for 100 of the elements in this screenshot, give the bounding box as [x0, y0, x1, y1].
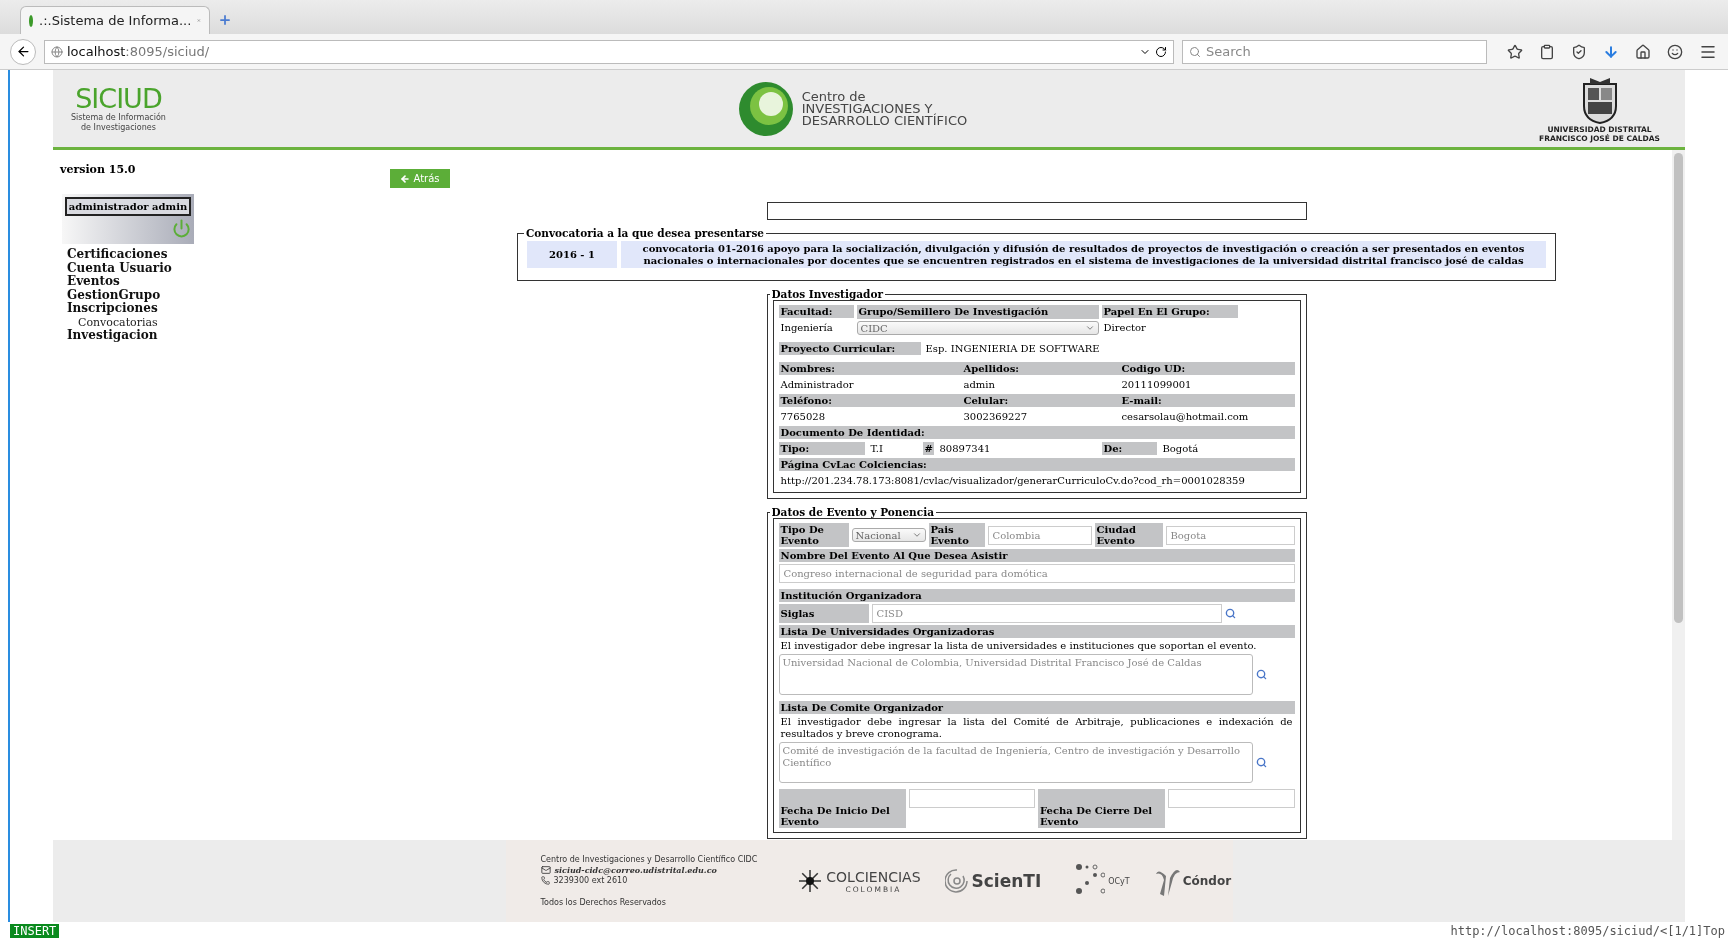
- field-label: Ciudad Evento: [1094, 523, 1163, 547]
- city-field[interactable]: Bogota: [1165, 525, 1295, 545]
- section-legend: Datos Investigador: [769, 288, 885, 300]
- center-logo-text: Centro de: [801, 90, 867, 103]
- section-heading: Institución Organizadora: [778, 589, 1295, 602]
- field-label: Facultad:: [778, 305, 854, 318]
- left-arrow-icon: [399, 173, 410, 184]
- partner-logo-text: ScienTI: [971, 871, 1042, 891]
- shield-icon[interactable]: [1571, 43, 1587, 60]
- field-label: Codigo UD:: [1119, 362, 1295, 375]
- smiley-icon[interactable]: [1667, 43, 1683, 60]
- back-nav-button[interactable]: [10, 38, 36, 65]
- field-label: Papel En El Grupo:: [1101, 305, 1238, 318]
- field-label: De:: [1101, 442, 1157, 455]
- field-value: Esp. INGENIERIA DE SOFTWARE: [924, 342, 1101, 356]
- country-field[interactable]: Colombia: [987, 525, 1092, 545]
- field-label: Tipo De Evento: [778, 523, 849, 547]
- field-value: http://201.234.78.173:8081/cvlac/visualizador/generarCurriculoCv.do?cod_rh=0001028359: [779, 474, 1246, 488]
- field-value: T.I: [869, 442, 884, 456]
- phone-icon: [540, 876, 550, 885]
- swirl-logo-icon: [737, 80, 794, 137]
- universities-textarea[interactable]: Universidad Nacional de Colombia, Universidad Distrital Francisco José de Caldas: [778, 654, 1253, 695]
- clipboard-icon[interactable]: [1539, 43, 1555, 60]
- section-heading: Lista De Comite Organizador: [778, 701, 1295, 714]
- event-type-select[interactable]: Nacional: [851, 528, 926, 542]
- acronym-field[interactable]: CISD: [871, 604, 1222, 623]
- field-label: Grupo/Semillero De Investigación: [856, 305, 1099, 319]
- instruction-text: El investigador debe ingresar la lista del Comité de Arbitraje, publicaciones e indexación de resultados y breve cronograma.: [779, 716, 1294, 740]
- group-select[interactable]: CIDC: [856, 321, 1099, 335]
- field-value: Bogotá: [1161, 442, 1200, 456]
- field-label: E-mail:: [1119, 394, 1295, 407]
- field-label: #: [922, 442, 934, 455]
- field-label: Fecha De Cierre Del Evento: [1038, 789, 1165, 828]
- logo-title: SICIUD: [75, 84, 162, 113]
- field-label: Nombres:: [778, 362, 962, 375]
- partner-logo-text: COLCIENCIAS: [826, 868, 921, 885]
- search-icon: [1189, 45, 1201, 58]
- browser-tab[interactable]: .:.Sistema de Informa...: [20, 6, 210, 34]
- section-heading: Nombre Del Evento Al Que Desea Asistir: [778, 549, 1295, 562]
- field-label: Fecha De Inicio Del Evento: [778, 789, 906, 828]
- search-field[interactable]: Search: [1182, 39, 1487, 64]
- menu-item[interactable]: GestionGrupo: [67, 288, 517, 302]
- center-logo-text: DESARROLLO CIENTÍFICO: [801, 114, 968, 127]
- date-field[interactable]: [1168, 789, 1295, 808]
- instruction-text: El investigador debe ingresar la lista de universidades e instituciones que soportan el evento.: [779, 640, 1258, 652]
- footer-phone: 3239300 ext 2610: [553, 876, 628, 885]
- submenu-item[interactable]: Convocatorias: [67, 315, 517, 329]
- favicon-icon: [29, 14, 34, 27]
- section-heading: Página CvLac Colciencias:: [778, 458, 1295, 471]
- search-icon[interactable]: [1255, 757, 1267, 768]
- committee-textarea[interactable]: Comité de investigación de la facultad de Ingeniería, Centro de investigación y Desarrollo Científico: [778, 742, 1253, 783]
- period-cell: 2016 - 1: [527, 241, 617, 268]
- search-icon[interactable]: [1224, 608, 1236, 619]
- text-field[interactable]: [766, 202, 1307, 220]
- reload-icon[interactable]: [1155, 45, 1167, 58]
- center-logo-text: INVESTIGACIONES Y: [801, 102, 933, 115]
- home-icon[interactable]: [1635, 43, 1651, 60]
- field-value: Administrador: [779, 378, 855, 392]
- mode-indicator: INSERT: [10, 924, 60, 938]
- field-label: Teléfono:: [778, 394, 962, 407]
- chevron-down-icon: [911, 530, 922, 540]
- menu-item[interactable]: Eventos: [67, 275, 517, 289]
- partner-logo-text: OCyT: [1108, 876, 1130, 886]
- status-text: http://localhost:8095/siciud/<[1/1]Top: [1450, 924, 1725, 938]
- field-value: Director: [1102, 321, 1147, 335]
- field-value: Ingeniería: [779, 321, 834, 335]
- date-field[interactable]: [908, 789, 1035, 808]
- field-value: cesarsolau@hotmail.com: [1120, 410, 1250, 424]
- field-value: 7765028: [779, 410, 827, 424]
- mail-icon: [540, 865, 551, 875]
- field-value: admin: [962, 378, 996, 392]
- menu-item[interactable]: Certificaciones: [67, 248, 517, 262]
- menu-item[interactable]: Investigacion: [67, 329, 517, 343]
- field-value: 80897341: [938, 442, 992, 456]
- footer-email: siciud-cidc@correo.udistrital.edu.co: [554, 865, 717, 875]
- section-legend: Datos de Evento y Ponencia: [769, 506, 936, 518]
- event-name-field[interactable]: Congreso internacional de seguridad para domótica: [778, 564, 1295, 583]
- url-field[interactable]: localhost:8095/siciud/: [44, 39, 1174, 64]
- section-heading: Lista De Universidades Organizadoras: [778, 625, 1295, 638]
- partner-logo-text: Cóndor: [1182, 874, 1232, 888]
- scrollbar-thumb[interactable]: [1674, 153, 1683, 623]
- convocatoria-description: convocatoria 01-2016 apoyo para la socialización, divulgación y difusión de resultados de proyectos de investigación o creación a ser presentados en eventos nacionales o internacionales por docentes que se encuentren registrados en el sistema de investigaciones de la universidad distrital francisco josé de caldas: [621, 241, 1546, 268]
- new-tab-icon[interactable]: [218, 13, 232, 27]
- star-icon[interactable]: [1507, 43, 1523, 60]
- search-icon[interactable]: [1255, 669, 1267, 680]
- field-value: 3002369227: [962, 410, 1029, 424]
- field-label: Celular:: [961, 394, 1120, 407]
- version-label: version 15.0: [60, 163, 136, 176]
- download-icon[interactable]: [1603, 43, 1619, 60]
- menu-item[interactable]: Cuenta Usuario: [67, 261, 517, 275]
- logo-subtitle: de Investigaciones: [81, 122, 156, 133]
- field-label: Pais Evento: [928, 523, 985, 547]
- chevron-down-icon: [1084, 323, 1095, 333]
- field-label: Tipo:: [778, 442, 865, 455]
- user-name: administrador admin: [65, 197, 191, 216]
- section-heading: Documento De Identidad:: [778, 426, 1295, 439]
- colciencias-logo-icon: [797, 868, 824, 894]
- menu-item[interactable]: Inscripciones: [67, 302, 517, 316]
- footer-rights: Todos los Derechos Reservados: [540, 898, 667, 907]
- field-label: Siglas: [778, 604, 869, 623]
